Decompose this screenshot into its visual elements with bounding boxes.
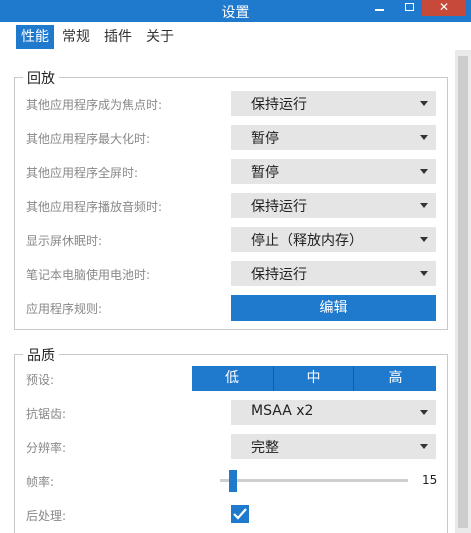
chevron-down-icon xyxy=(420,135,428,140)
fullscreen-dropdown[interactable]: 暂停 xyxy=(231,159,436,184)
audio-dropdown[interactable]: 保持运行 xyxy=(231,193,436,218)
postprocess-checkbox[interactable] xyxy=(231,505,249,523)
fullscreen-label: 其他应用程序全屏时: xyxy=(26,166,139,180)
maximize-label: 其他应用程序最大化时: xyxy=(26,132,151,146)
antialias-dropdown-value: MSAA x2 xyxy=(251,403,314,419)
maximize-button[interactable] xyxy=(396,0,422,15)
chevron-down-icon xyxy=(420,169,428,174)
title-bar: 设置 ✕ xyxy=(0,0,471,22)
vertical-scrollbar[interactable] xyxy=(455,50,471,533)
chevron-down-icon xyxy=(420,271,428,276)
playback-group-title: 回放 xyxy=(23,68,59,88)
quality-group-title: 品质 xyxy=(23,345,59,365)
settings-content: 回放 其他应用程序成为焦点时: 保持运行 其他应用程序最大化时: 暂停 其他应用… xyxy=(0,50,471,533)
tab-performance[interactable]: 性能 xyxy=(16,25,54,49)
minimize-icon xyxy=(374,9,384,11)
chevron-down-icon xyxy=(420,410,428,415)
fullscreen-dropdown-value: 暂停 xyxy=(251,165,279,181)
battery-label: 笔记本电脑使用电池时: xyxy=(26,268,151,282)
preset-selector: 低 中 高 xyxy=(192,366,436,391)
edit-rules-button[interactable]: 编辑 xyxy=(231,295,436,321)
sleep-label: 显示屏休眠时: xyxy=(26,234,103,248)
resolution-label: 分辨率: xyxy=(26,441,67,455)
scrollbar-thumb[interactable] xyxy=(458,56,468,528)
fps-value: 15 xyxy=(422,473,438,487)
audio-dropdown-value: 保持运行 xyxy=(251,199,307,215)
tab-about[interactable]: 关于 xyxy=(142,25,178,49)
preset-low-button[interactable]: 低 xyxy=(192,366,272,391)
tab-plugins[interactable]: 插件 xyxy=(100,25,136,49)
battery-dropdown[interactable]: 保持运行 xyxy=(231,261,436,286)
checkmark-icon xyxy=(233,508,247,520)
sleep-dropdown[interactable]: 停止（释放内存） xyxy=(231,227,436,252)
antialias-dropdown[interactable]: MSAA x2 xyxy=(231,400,436,425)
maximize-dropdown[interactable]: 暂停 xyxy=(231,125,436,150)
focus-label: 其他应用程序成为焦点时: xyxy=(26,98,163,112)
tab-bar: 性能 常规 插件 关于 xyxy=(0,22,471,50)
audio-label: 其他应用程序播放音频时: xyxy=(26,200,163,214)
tab-general[interactable]: 常规 xyxy=(58,25,94,49)
resolution-dropdown[interactable]: 完整 xyxy=(231,434,436,459)
focus-dropdown-value: 保持运行 xyxy=(251,97,307,113)
fps-label: 帧率: xyxy=(26,475,55,489)
focus-dropdown[interactable]: 保持运行 xyxy=(231,91,436,116)
chevron-down-icon xyxy=(420,203,428,208)
preset-high-button[interactable]: 高 xyxy=(355,366,436,391)
preset-label: 预设: xyxy=(26,373,55,387)
chevron-down-icon xyxy=(420,444,428,449)
minimize-button[interactable] xyxy=(366,0,392,15)
close-button[interactable]: ✕ xyxy=(422,0,466,16)
preset-medium-button[interactable]: 中 xyxy=(273,366,354,391)
fps-slider-track[interactable] xyxy=(220,479,408,482)
chevron-down-icon xyxy=(420,237,428,242)
postprocess-label: 后处理: xyxy=(26,509,67,523)
chevron-down-icon xyxy=(420,101,428,106)
close-icon: ✕ xyxy=(438,0,450,14)
sleep-dropdown-value: 停止（释放内存） xyxy=(251,233,363,249)
fps-slider-handle[interactable] xyxy=(229,470,238,492)
maximize-icon xyxy=(404,3,414,11)
antialias-label: 抗锯齿: xyxy=(26,407,67,421)
maximize-dropdown-value: 暂停 xyxy=(251,131,279,147)
battery-dropdown-value: 保持运行 xyxy=(251,267,307,283)
resolution-dropdown-value: 完整 xyxy=(251,440,279,456)
rules-label: 应用程序规则: xyxy=(26,302,103,316)
